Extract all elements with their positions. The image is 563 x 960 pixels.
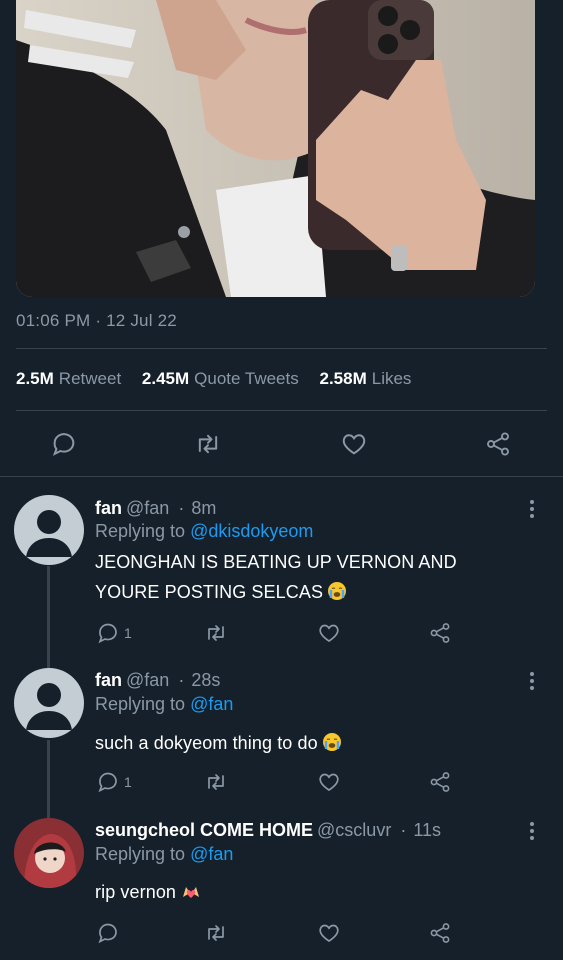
reply-text-content: rip vernon [95,882,177,902]
user-handle[interactable]: @cscluvr [317,820,391,840]
share-button[interactable] [428,770,452,794]
display-name[interactable]: fan [95,498,122,518]
reply-count: 1 [124,774,132,790]
heart-hands-emoji [180,880,202,910]
reply-button[interactable]: 1 [96,770,132,794]
reply-text-content: JEONGHAN IS BEATING UP VERNON AND YOURE … [95,552,457,602]
divider-bottom [16,410,547,411]
replying-mention-link[interactable]: @dkisdokyeom [190,521,313,541]
tweet-photo[interactable] [16,0,535,297]
reply-time[interactable]: 28s [191,670,220,690]
avatar[interactable] [14,818,84,888]
heart-outline-icon [319,924,339,942]
share-nodes-icon [430,623,450,643]
reply-text: JEONGHAN IS BEATING UP VERNON AND YOURE … [95,547,525,610]
reply-text: rip vernon [95,877,525,910]
like-button[interactable] [317,770,341,794]
heart-outline-icon [319,773,339,791]
share-nodes-icon [430,923,450,943]
reply-header: fan @fan · 28s [95,670,220,691]
replying-mention-link[interactable]: @fan [190,844,233,864]
retweet-button[interactable] [203,621,229,645]
tweet-time: 01:06 PM [16,311,91,330]
heart-outline-icon [342,434,366,455]
retweet-arrows-icon [208,625,224,641]
reply-button[interactable] [96,921,124,945]
display-name[interactable]: seungcheol COME HOME [95,820,313,840]
like-button[interactable] [340,430,368,458]
speech-bubble-icon [98,623,117,644]
more-options-button[interactable] [529,822,535,843]
reply-text-content: such a dokyeom thing to do [95,733,318,753]
profile-photo-icon [14,818,84,888]
share-button[interactable] [428,621,452,645]
header-separator: · [400,820,407,840]
user-handle[interactable]: @fan [126,498,169,518]
thread-connector-2 [47,740,50,818]
avatar[interactable] [14,668,84,738]
speech-bubble-icon [98,772,117,793]
tweet-stats: 2.5M Retweet 2.45M Quote Tweets 2.58M Likes [16,369,427,389]
speech-bubble-icon [52,433,75,456]
replying-to-line: Replying to @dkisdokyeom [95,521,313,542]
user-handle[interactable]: @fan [126,670,169,690]
replying-label: Replying to [95,521,186,541]
crying-face-emoji [327,580,347,610]
default-avatar-icon [14,495,84,565]
default-avatar-icon [14,668,84,738]
more-options-button[interactable] [529,500,535,521]
header-separator: · [178,498,185,518]
replying-to-line: Replying to @fan [95,844,233,865]
header-separator: · [178,670,185,690]
retweet-button[interactable] [203,921,229,945]
heart-outline-icon [319,624,339,642]
like-button[interactable] [317,921,341,945]
reply-button[interactable] [50,430,78,458]
like-button[interactable] [317,621,341,645]
thread-separator [0,476,563,477]
tweet-action-bar [0,424,563,464]
retweet-arrows-icon [208,925,224,941]
thread-connector-1 [47,566,50,668]
tweet-date: 12 Jul 22 [106,311,177,330]
share-nodes-icon [487,432,509,456]
timestamp-separator: · [95,311,102,330]
replying-mention-link[interactable]: @fan [190,694,233,714]
tweet-timestamp[interactable]: 01:06 PM · 12 Jul 22 [16,311,177,331]
avatar[interactable] [14,495,84,565]
likes-stat[interactable]: 2.58M Likes [319,369,427,388]
retweet-arrows-icon [208,774,224,790]
speech-bubble-icon [98,923,117,944]
reply-count: 1 [124,625,132,641]
share-button[interactable] [428,921,452,945]
retweet-button[interactable] [203,770,229,794]
retweet-arrows-icon [198,434,218,454]
reply-header: fan @fan · 8m [95,498,216,519]
replying-label: Replying to [95,844,186,864]
reply-time[interactable]: 11s [413,820,441,840]
retweet-button[interactable] [193,430,223,458]
reply-text: such a dokyeom thing to do [95,728,525,761]
display-name[interactable]: fan [95,670,122,690]
more-options-button[interactable] [529,672,535,693]
reply-header: seungcheol COME HOME @cscluvr · 11s [95,820,441,841]
crying-face-emoji [322,731,342,761]
mirror-selfie-photo [16,0,535,297]
replying-label: Replying to [95,694,186,714]
share-nodes-icon [430,772,450,792]
quotes-stat[interactable]: 2.45M Quote Tweets [142,369,315,388]
share-button[interactable] [484,430,512,458]
replying-to-line: Replying to @fan [95,694,233,715]
reply-time[interactable]: 8m [191,498,216,518]
retweets-stat[interactable]: 2.5M Retweet [16,369,137,388]
divider-top [16,348,547,349]
reply-button[interactable]: 1 [96,621,132,645]
